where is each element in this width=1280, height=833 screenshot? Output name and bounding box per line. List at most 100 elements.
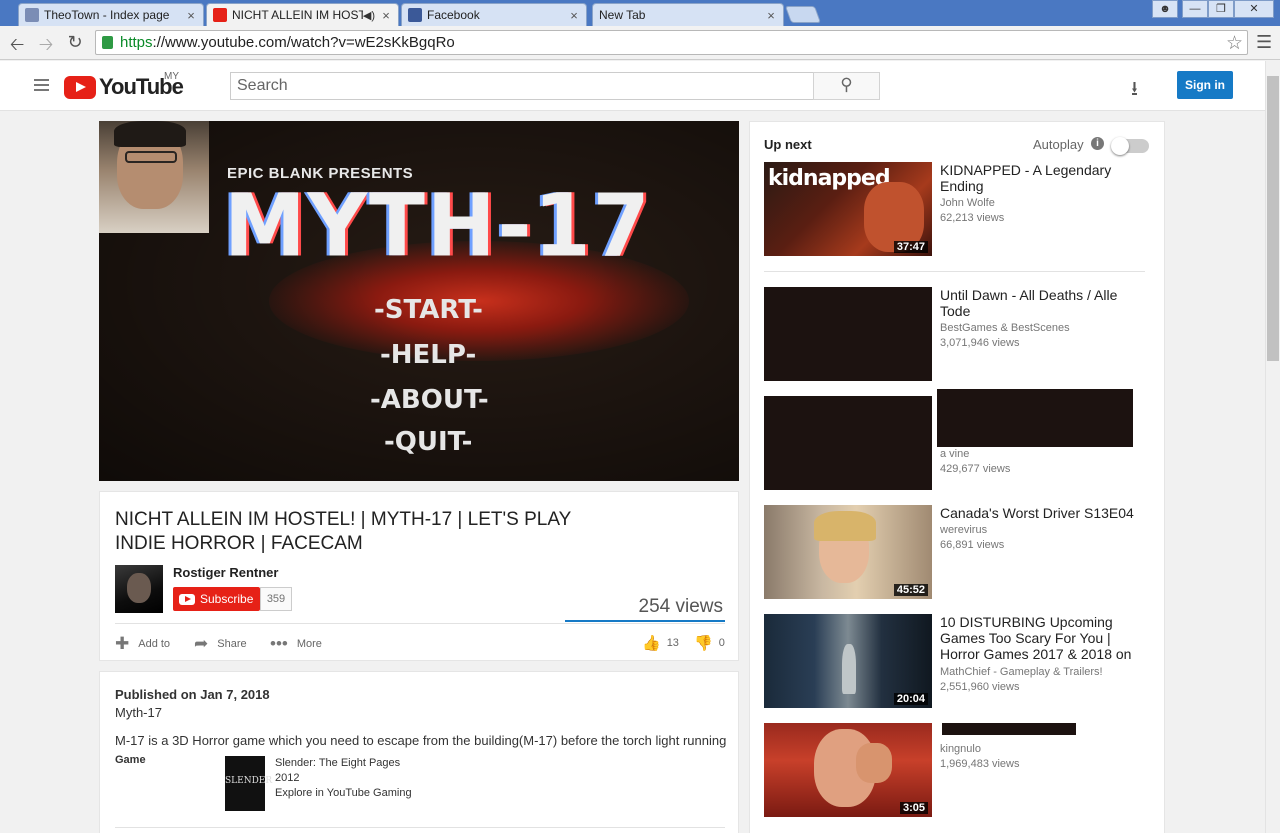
browser-menu-icon[interactable]: ☰ xyxy=(1256,32,1272,53)
redacted-title xyxy=(942,723,1076,735)
scrollbar-thumb[interactable] xyxy=(1267,76,1279,361)
game-thumbnail[interactable]: SLENDER xyxy=(225,756,272,811)
thumbnail-text: kidnapped xyxy=(768,166,891,191)
search-input[interactable]: Search xyxy=(230,72,814,100)
reload-icon[interactable]: ↻ xyxy=(64,32,86,53)
dislike-count: 0 xyxy=(718,637,725,649)
minimize-icon[interactable]: — xyxy=(1182,0,1208,18)
video-title[interactable]: Until Dawn - All Deaths / Alle Tode xyxy=(940,287,1150,319)
channel-name: kingnulo xyxy=(940,743,981,755)
redacted-title xyxy=(937,389,1133,447)
channel-name[interactable]: Rostiger Rentner xyxy=(173,565,278,580)
bookmark-star-icon[interactable]: ☆ xyxy=(1226,32,1243,55)
sidebar-divider xyxy=(764,271,1145,272)
video-player[interactable]: EPIC BLANK PRESENTS MYTH-17 -START- -HEL… xyxy=(99,121,739,481)
video-title[interactable]: KIDNAPPED - A Legendary Ending xyxy=(940,162,1150,194)
description-line: M-17 is a 3D Horror game which you need … xyxy=(115,733,727,748)
theotown-favicon-icon xyxy=(25,8,39,22)
tab-new-tab[interactable]: New Tab × xyxy=(592,3,784,26)
dislike-button[interactable]: 👎 0 xyxy=(694,634,725,652)
address-bar[interactable]: https://www.youtube.com/watch?v=wE2sKkBg… xyxy=(95,30,1248,55)
close-icon[interactable]: × xyxy=(378,8,394,23)
description-line: Myth-17 xyxy=(115,705,162,720)
tab-title: Facebook xyxy=(427,8,480,22)
game-name[interactable]: Slender: The Eight Pages xyxy=(275,756,412,771)
profile-icon[interactable]: ☻ xyxy=(1152,0,1178,18)
tab-theotown[interactable]: TheoTown - Index page × xyxy=(18,3,204,26)
tab-title: NICHT ALLEIN IM HOSTEL xyxy=(232,8,363,22)
forward-icon[interactable]: 🡢 xyxy=(35,32,57,62)
video-thumbnail[interactable] xyxy=(764,396,932,490)
like-button[interactable]: 👍 13 xyxy=(642,634,679,652)
view-count: 254 views xyxy=(638,596,724,617)
facebook-favicon-icon xyxy=(408,8,422,22)
close-icon[interactable]: × xyxy=(566,8,582,23)
thumbnail-hand xyxy=(856,743,892,783)
upload-icon[interactable]: ⭳ xyxy=(1131,74,1138,108)
video-thumbnail[interactable] xyxy=(764,287,932,381)
thumbs-up-icon: 👍 xyxy=(642,635,661,652)
view-count: 66,891 views xyxy=(940,539,1005,551)
view-count: 1,969,483 views xyxy=(940,758,1020,770)
channel-name: a vine xyxy=(940,448,970,460)
recommendation-item[interactable]: Until Dawn - All Deaths / Alle Tode Best… xyxy=(764,287,1154,381)
recommendation-item[interactable]: kidnapped 37:47 KIDNAPPED - A Legendary … xyxy=(764,162,1154,256)
channel-avatar[interactable] xyxy=(115,565,163,613)
tab-youtube-video[interactable]: NICHT ALLEIN IM HOSTEL ◀) × xyxy=(206,3,399,26)
player-menu-help: -HELP- xyxy=(380,340,477,370)
add-to-button[interactable]: ✚ Add to xyxy=(115,634,170,654)
subscribe-button[interactable]: Subscribe xyxy=(173,587,260,611)
sign-in-button[interactable]: Sign in xyxy=(1177,71,1233,99)
autoplay-toggle[interactable] xyxy=(1111,137,1149,155)
thumbnail-hair xyxy=(814,511,876,541)
recommendation-item[interactable]: 20:04 10 DISTURBING Upcoming Games Too S… xyxy=(764,614,1154,708)
guide-menu-icon[interactable] xyxy=(34,79,49,94)
facecam-overlay xyxy=(99,121,209,233)
facecam-glasses xyxy=(125,151,177,163)
thumbnail-figure xyxy=(842,644,856,694)
game-year: 2012 xyxy=(275,772,300,784)
tab-title: TheoTown - Index page xyxy=(44,8,170,22)
up-next-heading: Up next xyxy=(764,137,812,152)
back-icon[interactable]: 🡠 xyxy=(6,32,28,62)
subscriber-count: 359 xyxy=(260,587,292,611)
search-button[interactable]: ⚲ xyxy=(813,72,880,100)
browser-toolbar: 🡠 🡢 ↻ https://www.youtube.com/watch?v=wE… xyxy=(0,26,1280,60)
recommendation-item[interactable]: 45:52 Canada's Worst Driver S13E04 werev… xyxy=(764,505,1154,599)
channel-name: John Wolfe xyxy=(940,197,995,209)
tab-facebook[interactable]: Facebook × xyxy=(401,3,587,26)
autoplay-label: Autoplay xyxy=(1033,137,1084,152)
video-thumbnail[interactable]: 3:05 xyxy=(764,723,932,817)
close-icon[interactable]: × xyxy=(763,8,779,23)
window-close-icon[interactable]: ✕ xyxy=(1234,0,1274,18)
video-info-card: NICHT ALLEIN IM HOSTEL! | MYTH-17 | LET'… xyxy=(99,491,739,661)
share-button[interactable]: ➦ Share xyxy=(194,634,247,654)
description-card: Published on Jan 7, 2018 Myth-17 M-17 is… xyxy=(99,671,739,833)
youtube-play-logo-icon xyxy=(64,75,96,99)
video-title[interactable]: Canada's Worst Driver S13E04 xyxy=(940,505,1150,521)
close-icon[interactable]: × xyxy=(183,8,199,23)
recommendation-item[interactable]: a vine 429,677 views xyxy=(764,389,1154,490)
page-scrollbar[interactable] xyxy=(1265,61,1280,833)
speaker-icon[interactable]: ◀) xyxy=(363,9,375,22)
player-menu-about: -ABOUT- xyxy=(370,385,489,415)
video-thumbnail[interactable]: 20:04 xyxy=(764,614,932,708)
video-title[interactable]: 10 DISTURBING Upcoming Games Too Scary F… xyxy=(940,614,1150,662)
new-tab-button[interactable] xyxy=(784,6,822,23)
country-code: MY xyxy=(164,71,179,82)
video-thumbnail[interactable]: 45:52 xyxy=(764,505,932,599)
share-arrow-icon: ➦ xyxy=(194,634,209,653)
avatar-face xyxy=(127,573,151,603)
view-count: 2,551,960 views xyxy=(940,681,1020,693)
player-game-title: MYTH-17 xyxy=(224,176,652,277)
video-thumbnail[interactable]: kidnapped 37:47 xyxy=(764,162,932,256)
view-count: 429,677 views xyxy=(940,463,1011,475)
subscribe-label: Subscribe xyxy=(200,592,254,606)
restore-icon[interactable]: ❐ xyxy=(1208,0,1234,18)
recommendation-item[interactable]: 3:05 kingnulo 1,969,483 views xyxy=(764,723,1154,817)
share-label: Share xyxy=(217,638,247,650)
up-next-sidebar: Up next Autoplay i kidnapped 37:47 KIDNA… xyxy=(749,121,1165,833)
gaming-link[interactable]: Explore in YouTube Gaming xyxy=(275,786,412,801)
more-button[interactable]: ••• More xyxy=(270,634,322,654)
info-icon[interactable]: i xyxy=(1091,137,1104,150)
